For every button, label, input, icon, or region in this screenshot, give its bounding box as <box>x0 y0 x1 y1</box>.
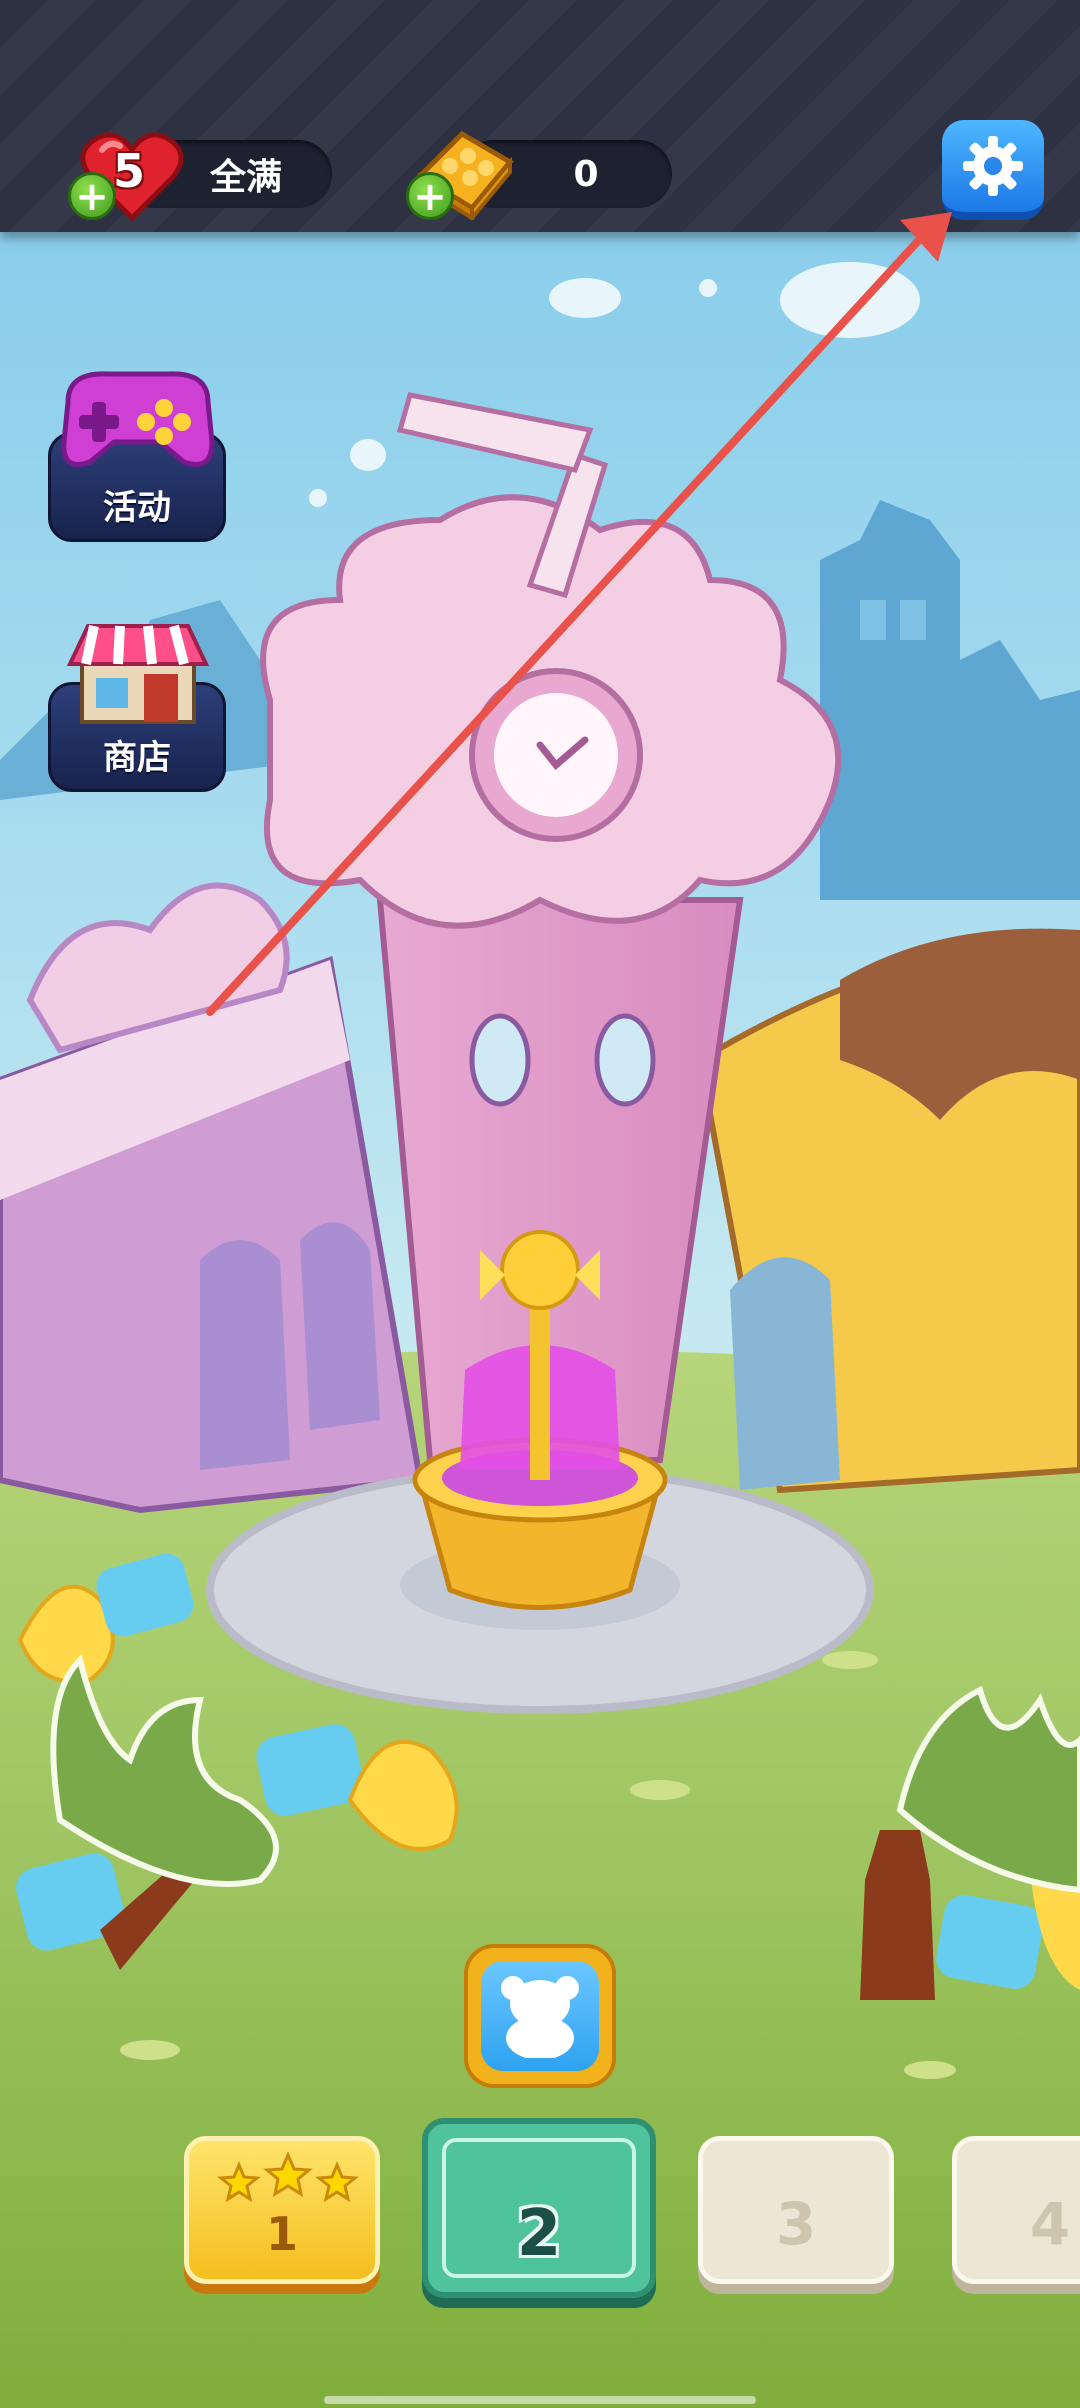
add-lives-plus-icon[interactable]: + <box>68 172 116 220</box>
add-gold-plus-icon[interactable]: + <box>406 172 454 220</box>
gamepad-icon <box>61 371 215 467</box>
shop-button[interactable]: 商店 <box>48 612 226 792</box>
settings-button[interactable] <box>942 120 1044 220</box>
home-indicator[interactable] <box>324 2396 756 2404</box>
shop-label: 商店 <box>103 738 171 778</box>
events-button[interactable]: 活动 <box>48 362 226 542</box>
level-1-button[interactable]: 1 <box>184 2136 380 2284</box>
shop-icon <box>66 624 210 724</box>
three-stars-icon <box>217 2151 359 2203</box>
game-screen: 全满 5 + 0 + 活动 商店 1 2 3 4 <box>0 0 1080 2408</box>
level-3-number: 3 <box>775 2190 817 2258</box>
level-2-button-current[interactable]: 2 <box>422 2118 656 2298</box>
gear-icon <box>963 136 1023 196</box>
bear-reward-frame <box>481 1961 599 2071</box>
level-4-button-locked[interactable]: 4 <box>952 2136 1080 2284</box>
level-1-number: 1 <box>265 2207 298 2261</box>
level-2-number: 2 <box>516 2197 562 2271</box>
gold-amount: 0 <box>573 153 599 195</box>
bear-reward-button[interactable] <box>464 1944 616 2088</box>
bear-silhouette-icon <box>501 1976 579 2058</box>
events-label: 活动 <box>103 488 171 528</box>
lives-status-text: 全满 <box>209 157 282 198</box>
level-4-number: 4 <box>1029 2190 1071 2258</box>
level-3-button-locked[interactable]: 3 <box>698 2136 894 2284</box>
